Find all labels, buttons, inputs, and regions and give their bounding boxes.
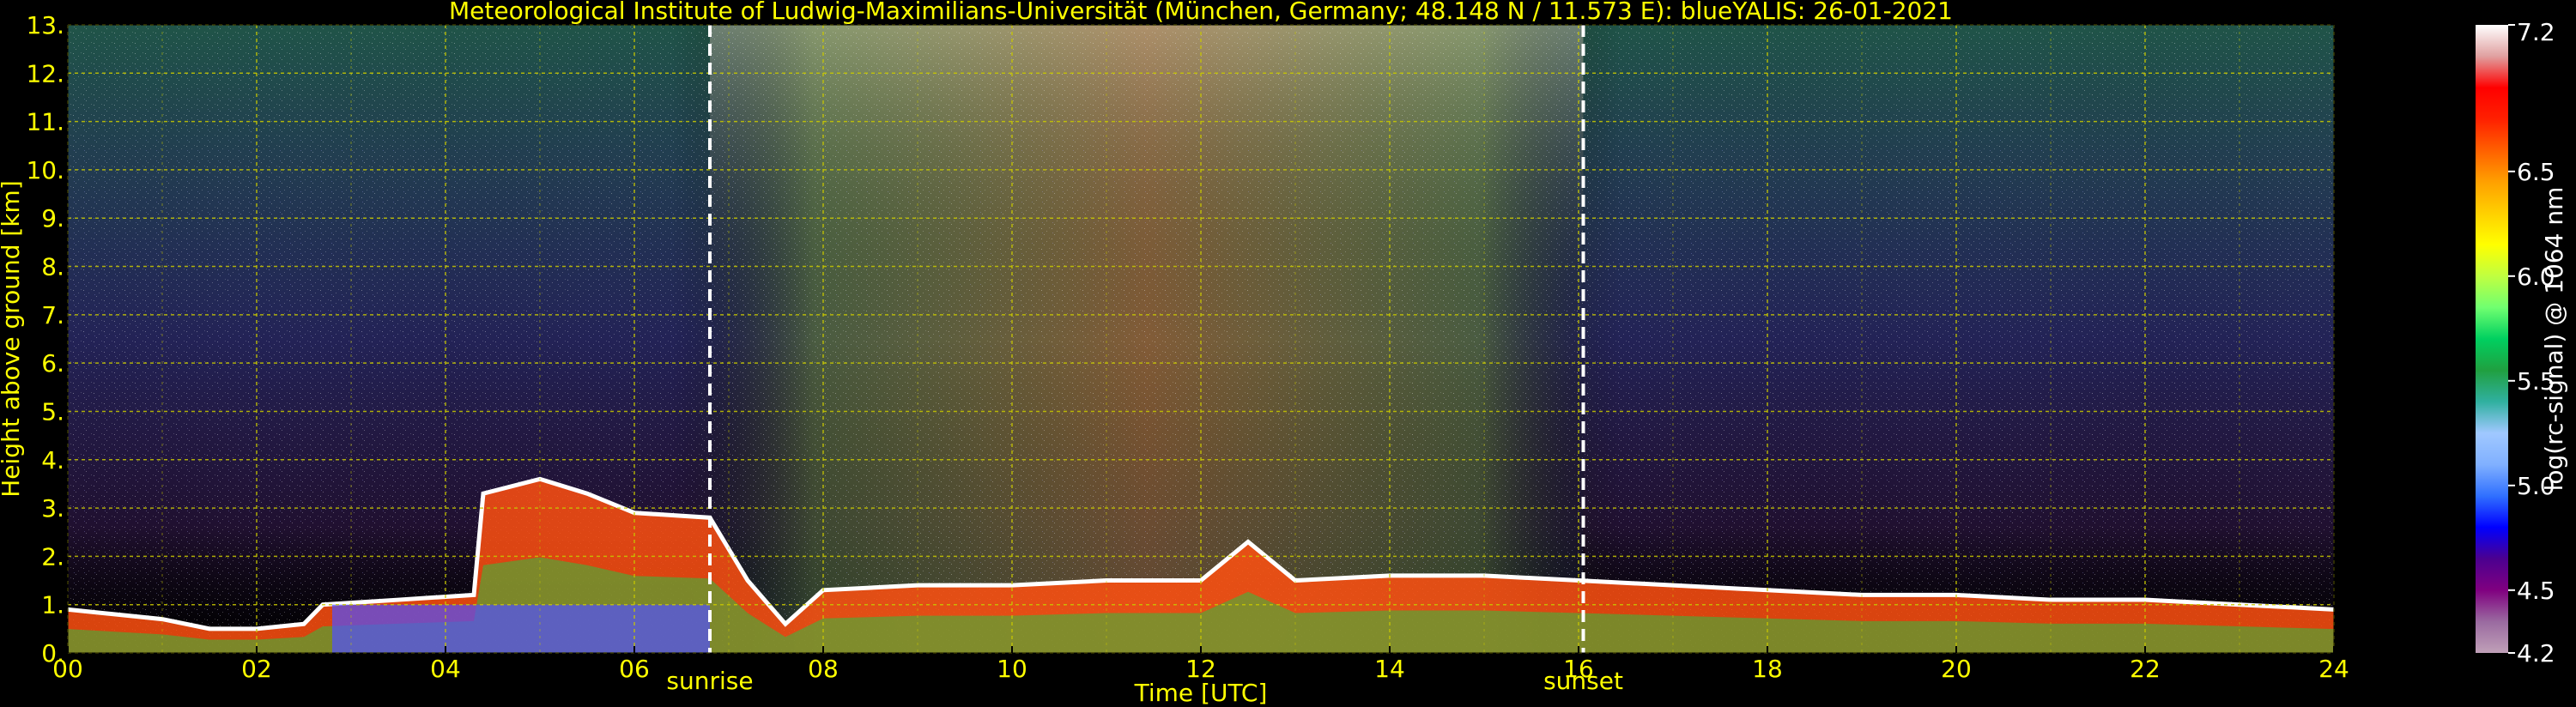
colorbar-tick-label: 4.2 xyxy=(2517,639,2555,668)
chart-svg: sunrise sunset 00 02 04 06 08 10 12 14 16 18 20 22 24… xyxy=(0,0,2568,707)
colorbar-tick-label: 7.2 xyxy=(2517,18,2555,46)
y-tick-label: 0. xyxy=(41,639,64,668)
lidar-quicklook: sunrise sunset 00 02 04 06 08 10 12 14 16 18 20 22 24… xyxy=(0,0,2576,707)
x-tick-label: 22 xyxy=(2130,655,2161,683)
x-tick-label: 08 xyxy=(808,655,839,683)
y-tick-label: 2. xyxy=(41,542,64,571)
y-tick-label: 4. xyxy=(41,446,64,474)
x-tick-label: 16 xyxy=(1563,655,1594,683)
colorbar-scale xyxy=(2476,25,2508,653)
x-tick-label: 04 xyxy=(430,655,461,683)
y-axis: 0. 1. 2. 3. 4. 5. 6. 7. 8. 9. 10. 11. 12. 13. xyxy=(26,11,64,668)
y-tick-label: 10. xyxy=(26,156,64,184)
colorbar-tick-label: 4.5 xyxy=(2517,577,2555,605)
residual-layer-low-signal xyxy=(332,604,710,653)
y-tick-label: 8. xyxy=(41,253,64,281)
x-axis-label: Time [UTC] xyxy=(1134,679,1268,707)
x-tick-label: 24 xyxy=(2318,655,2349,683)
x-tick-label: 02 xyxy=(241,655,272,683)
x-tick-label: 06 xyxy=(619,655,650,683)
x-tick-label: 18 xyxy=(1752,655,1783,683)
y-tick-label: 3. xyxy=(41,494,64,523)
plot-background xyxy=(68,25,2334,653)
x-tick-label: 20 xyxy=(1941,655,1972,683)
y-axis-label: Height above ground [km] xyxy=(0,180,25,498)
y-tick-label: 11. xyxy=(26,108,64,136)
y-tick-label: 9. xyxy=(41,204,64,233)
y-tick-label: 7. xyxy=(41,301,64,329)
x-tick-label: 14 xyxy=(1374,655,1405,683)
y-tick-label: 5. xyxy=(41,397,64,426)
y-tick-label: 1. xyxy=(41,591,64,619)
chart-title: Meteorological Institute of Ludwig-Maxim… xyxy=(449,0,1953,25)
y-tick-label: 12. xyxy=(26,59,64,88)
y-tick-label: 6. xyxy=(41,349,64,378)
y-tick-label: 13. xyxy=(26,11,64,39)
annotation-sunrise: sunrise xyxy=(666,667,753,695)
colorbar: 4.24.55.05.56.06.57.2 log(rc-signal) @ 1… xyxy=(2476,18,2568,668)
colorbar-tick-label: 6.5 xyxy=(2517,158,2555,186)
x-tick-label: 10 xyxy=(997,655,1027,683)
colorbar-label: log(rc-signal) @ 1064 nm xyxy=(2540,187,2568,492)
